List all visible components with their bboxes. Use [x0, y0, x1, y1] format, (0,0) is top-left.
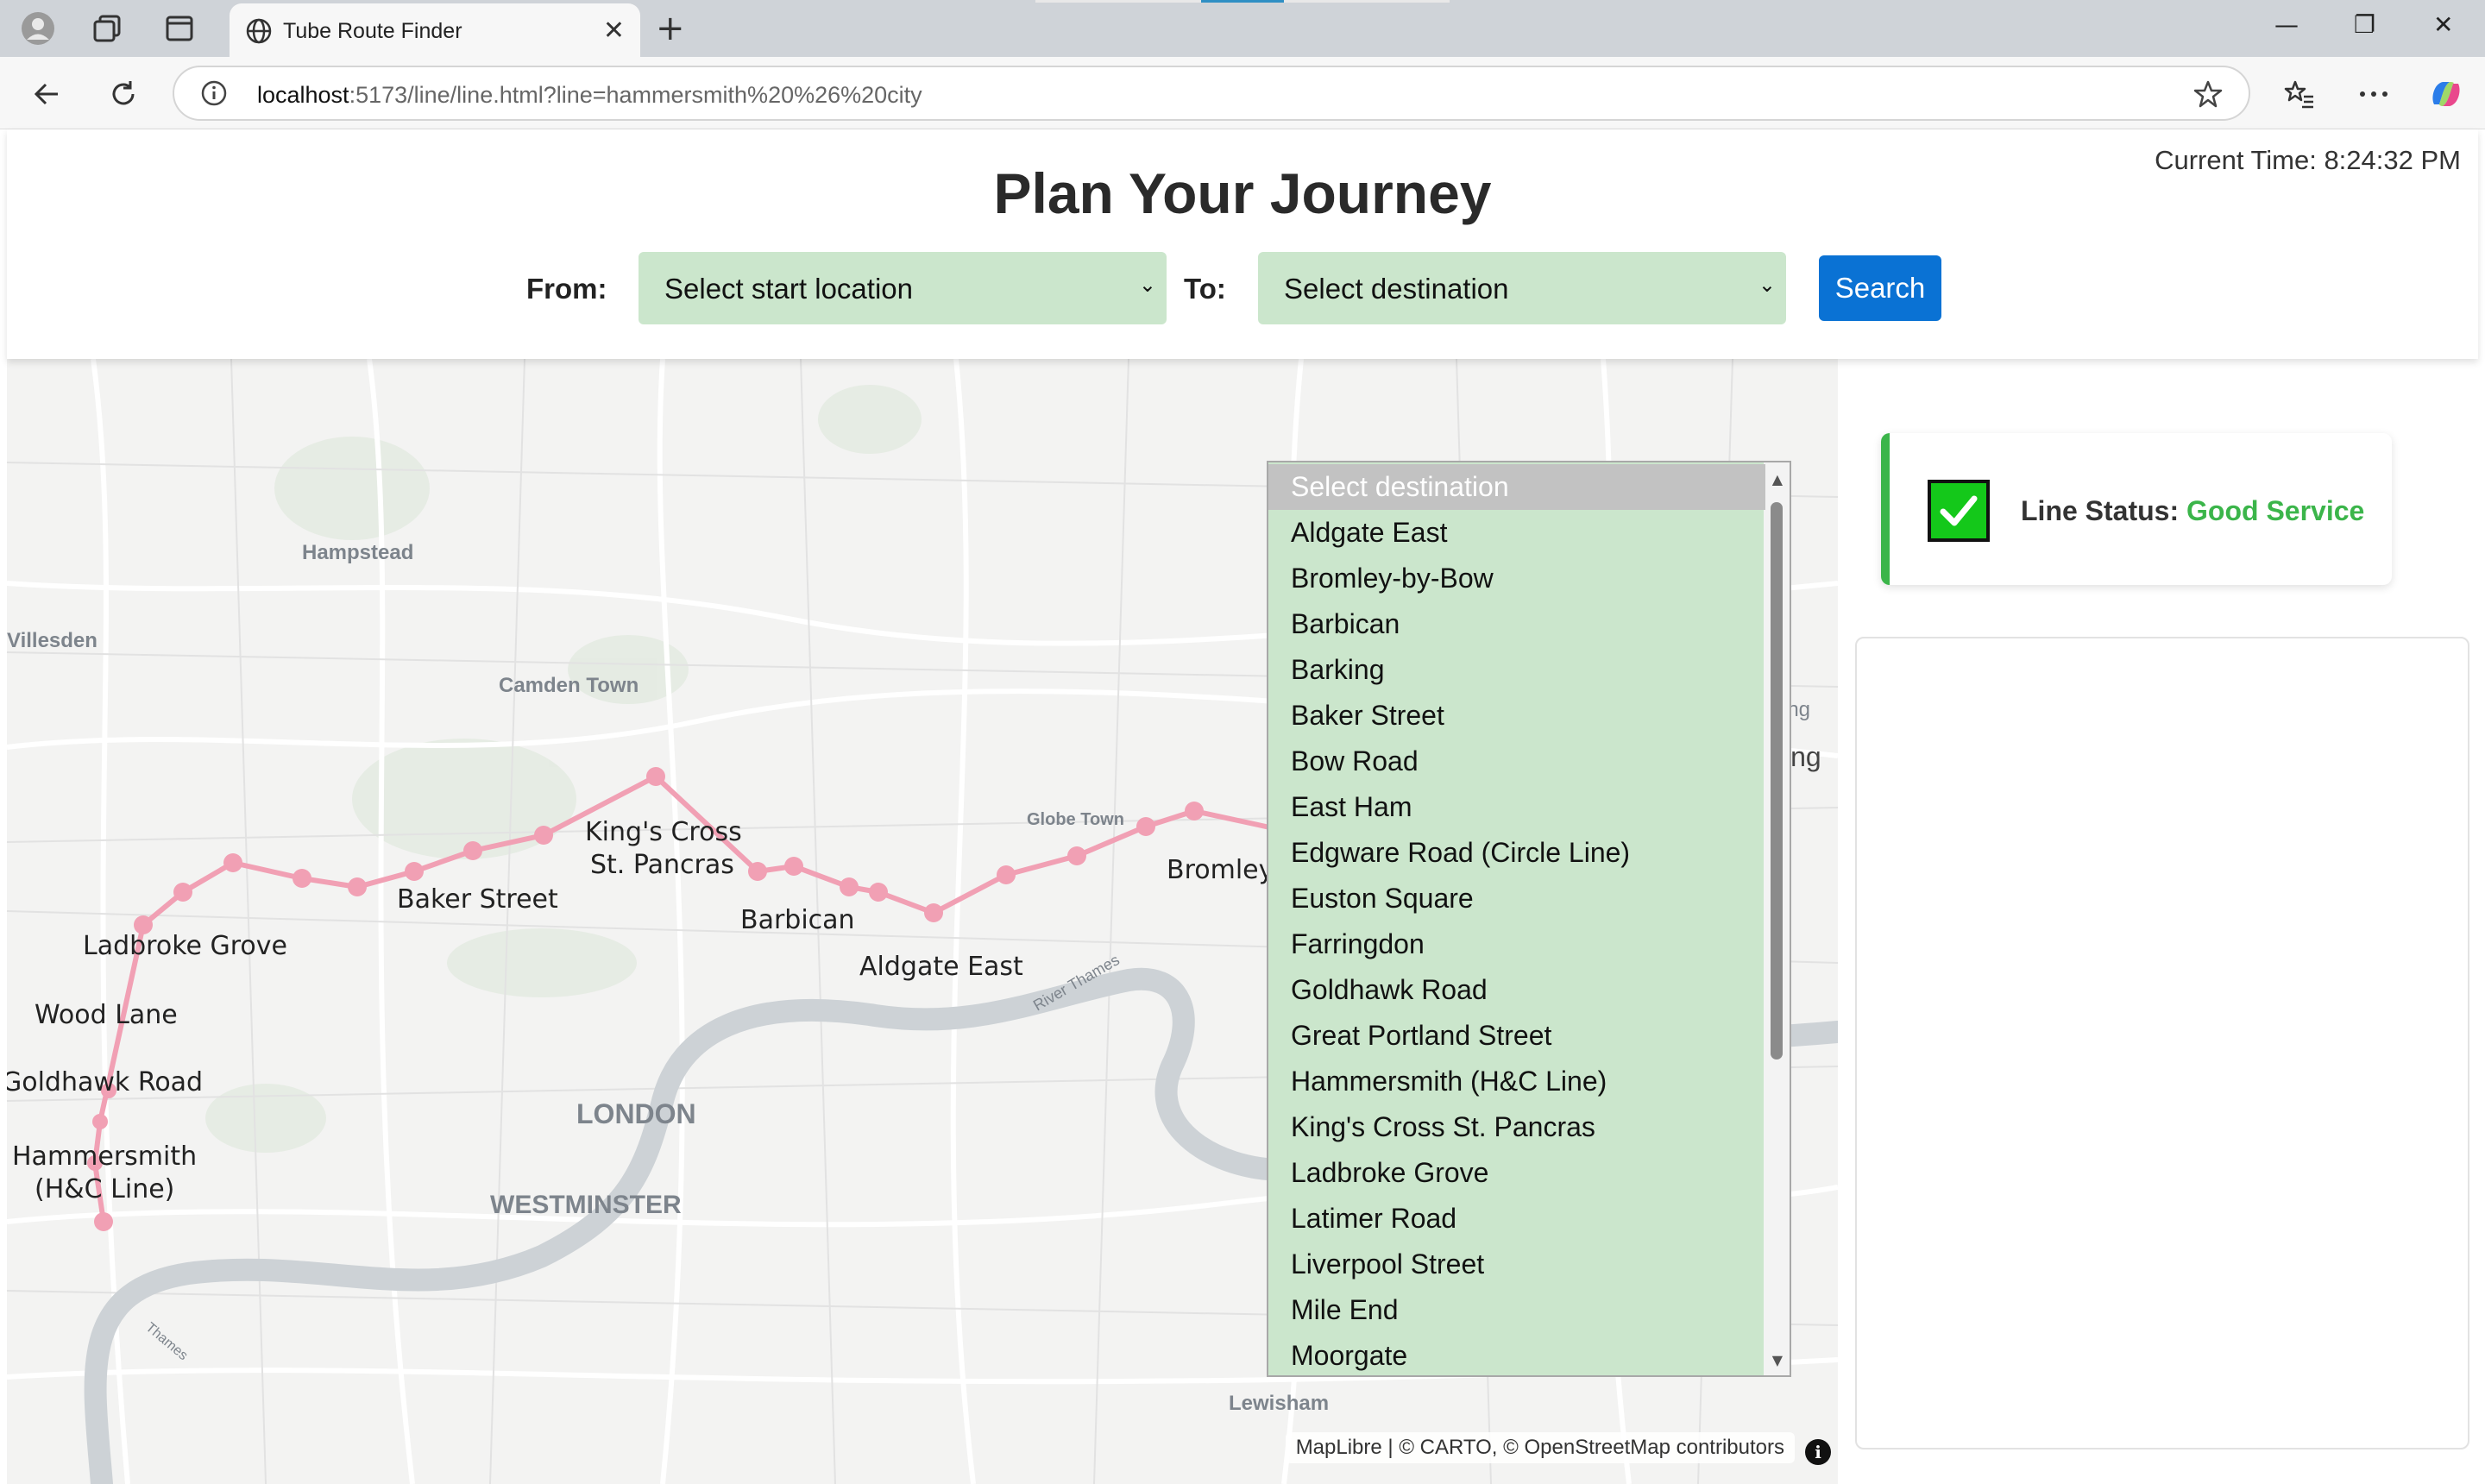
profile-icon[interactable]: [14, 7, 62, 50]
dropdown-option[interactable]: Ladbroke Grove: [1268, 1150, 1765, 1196]
tab-actions-icon[interactable]: [155, 7, 204, 50]
dropdown-option[interactable]: Goldhawk Road: [1268, 967, 1765, 1013]
url-path: :5173/line/line.html?line=hammersmith%20…: [349, 82, 922, 108]
new-tab-icon[interactable]: +: [656, 9, 685, 48]
dropdown-option[interactable]: Latimer Road: [1268, 1196, 1765, 1242]
globe-icon: [246, 18, 272, 44]
titlebar-accent-active: [1201, 0, 1284, 3]
side-panel: Line Status: Good Service: [1838, 359, 2478, 1484]
dropdown-option[interactable]: Great Portland Street: [1268, 1013, 1765, 1059]
dropdown-option[interactable]: Liverpool Street: [1268, 1242, 1765, 1287]
url-text: localhost:5173/line/line.html?line=hamme…: [257, 82, 922, 109]
checkmark-icon: [1928, 480, 1990, 542]
carto-credit: | © CARTO, ©: [1387, 1436, 1519, 1459]
map-label-lewisham: Lewisham: [1229, 1392, 1329, 1415]
dropdown-option[interactable]: Edgware Road (Circle Line): [1268, 830, 1765, 876]
from-select[interactable]: Select start location ⌄: [639, 252, 1167, 324]
from-label: From:: [526, 273, 607, 305]
dropdown-option[interactable]: Barking: [1268, 647, 1765, 693]
station-label-wood-lane: Wood Lane: [35, 1000, 178, 1030]
dropdown-option[interactable]: King's Cross St. Pancras: [1268, 1104, 1765, 1150]
dropdown-scrollbar[interactable]: ▲ ▼: [1764, 462, 1790, 1375]
minimize-icon[interactable]: —: [2274, 10, 2299, 39]
station-label-baker-street: Baker Street: [397, 884, 558, 915]
url-host: localhost: [257, 82, 349, 108]
to-select[interactable]: Select destination ⌄: [1258, 252, 1786, 324]
restore-icon[interactable]: ❐: [2354, 10, 2375, 39]
map-label-globe-town: Globe Town: [1027, 810, 1124, 829]
station-label-kings-cross: King's Cross: [585, 817, 742, 847]
url-field[interactable]: localhost:5173/line/line.html?line=hamme…: [173, 66, 2250, 121]
osm-link[interactable]: OpenStreetMap: [1525, 1436, 1670, 1459]
dropdown-option[interactable]: Bow Road: [1268, 739, 1765, 784]
dropdown-placeholder-option[interactable]: Select destination: [1268, 464, 1765, 510]
map-label-london: LONDON: [576, 1098, 696, 1129]
web-page: Current Time: 8:24:32 PM Plan Your Journ…: [7, 129, 2478, 1484]
map-label-camden-town: Camden Town: [499, 674, 639, 697]
station-label-hammersmith: Hammersmith: [12, 1141, 197, 1172]
contributors-text: contributors: [1676, 1436, 1784, 1459]
map-label-westminster: WESTMINSTER: [490, 1191, 682, 1219]
destination-dropdown-list[interactable]: ▲ ▼ Select destination Aldgate East Bromle…: [1267, 461, 1791, 1377]
dropdown-option[interactable]: Bromley-by-Bow: [1268, 556, 1765, 601]
dropdown-option[interactable]: Hammersmith (H&C Line): [1268, 1059, 1765, 1104]
copilot-icon[interactable]: [2425, 72, 2468, 116]
maplibre-link[interactable]: MapLibre: [1296, 1436, 1382, 1459]
station-label-ladbroke-grove: Ladbroke Grove: [83, 931, 287, 961]
dropdown-option[interactable]: East Ham: [1268, 784, 1765, 830]
chevron-down-icon: ⌄: [1138, 273, 1156, 297]
map-label-hampstead: Hampstead: [302, 541, 413, 564]
to-select-value: Select destination: [1284, 273, 1509, 305]
station-label-st-pancras: St. Pancras: [590, 850, 734, 880]
line-status-label: Line Status:: [2021, 495, 2180, 526]
line-status-value: Good Service: [2186, 495, 2365, 526]
station-label-aldgate-east: Aldgate East: [859, 952, 1023, 982]
attribution-info-icon[interactable]: i: [1805, 1439, 1831, 1465]
station-label-barbican: Barbican: [740, 905, 855, 935]
scroll-down-icon[interactable]: ▼: [1772, 1352, 1783, 1368]
address-bar: localhost:5173/line/line.html?line=hamme…: [0, 57, 2485, 129]
browser-titlebar: Tube Route Finder ✕ + — ❐ ✕: [0, 0, 2485, 57]
map-label-thames: Thames: [142, 1320, 190, 1363]
tab-title: Tube Route Finder: [283, 19, 462, 43]
more-menu-icon[interactable]: [2352, 72, 2395, 116]
route-results-panel: [1855, 637, 2469, 1449]
map-label-willesden: Villesden: [7, 629, 98, 652]
journey-planner-header: Current Time: 8:24:32 PM Plan Your Journ…: [7, 129, 2478, 359]
dropdown-option[interactable]: Mile End: [1268, 1287, 1765, 1333]
dropdown-option[interactable]: Barbican: [1268, 601, 1765, 647]
scrollbar-thumb[interactable]: [1771, 502, 1783, 1060]
dropdown-option[interactable]: Euston Square: [1268, 876, 1765, 921]
favorites-icon[interactable]: [2278, 72, 2321, 116]
browser-tab[interactable]: Tube Route Finder ✕: [230, 3, 640, 57]
scroll-up-icon[interactable]: ▲: [1772, 471, 1783, 487]
line-status-text: Line Status: Good Service: [2021, 495, 2364, 527]
info-icon[interactable]: [200, 79, 228, 107]
map-attribution: MapLibre | © CARTO, © OpenStreetMap cont…: [1285, 1432, 1795, 1463]
close-tab-icon[interactable]: ✕: [603, 16, 625, 46]
close-window-icon[interactable]: ✕: [2433, 10, 2453, 39]
page-title: Plan Your Journey: [993, 161, 1492, 225]
station-label-bromley: Bromley: [1167, 855, 1274, 885]
to-label: To:: [1184, 273, 1226, 305]
dropdown-option[interactable]: Baker Street: [1268, 693, 1765, 739]
search-button[interactable]: Search: [1819, 255, 1941, 321]
dropdown-option[interactable]: Moorgate: [1268, 1333, 1765, 1375]
station-label-hc-line: (H&C Line): [35, 1174, 174, 1204]
line-status-card: Line Status: Good Service: [1881, 433, 2392, 585]
station-label-goldhawk-road: Goldhawk Road: [7, 1067, 203, 1097]
favorite-star-icon[interactable]: [2193, 79, 2223, 109]
dropdown-option[interactable]: Farringdon: [1268, 921, 1765, 967]
back-icon[interactable]: [26, 72, 69, 116]
from-select-value: Select start location: [664, 273, 913, 305]
collections-icon[interactable]: [83, 7, 131, 50]
dropdown-option[interactable]: Aldgate East: [1268, 510, 1765, 556]
chevron-down-icon: ⌄: [1758, 273, 1776, 297]
refresh-icon[interactable]: [102, 72, 145, 116]
